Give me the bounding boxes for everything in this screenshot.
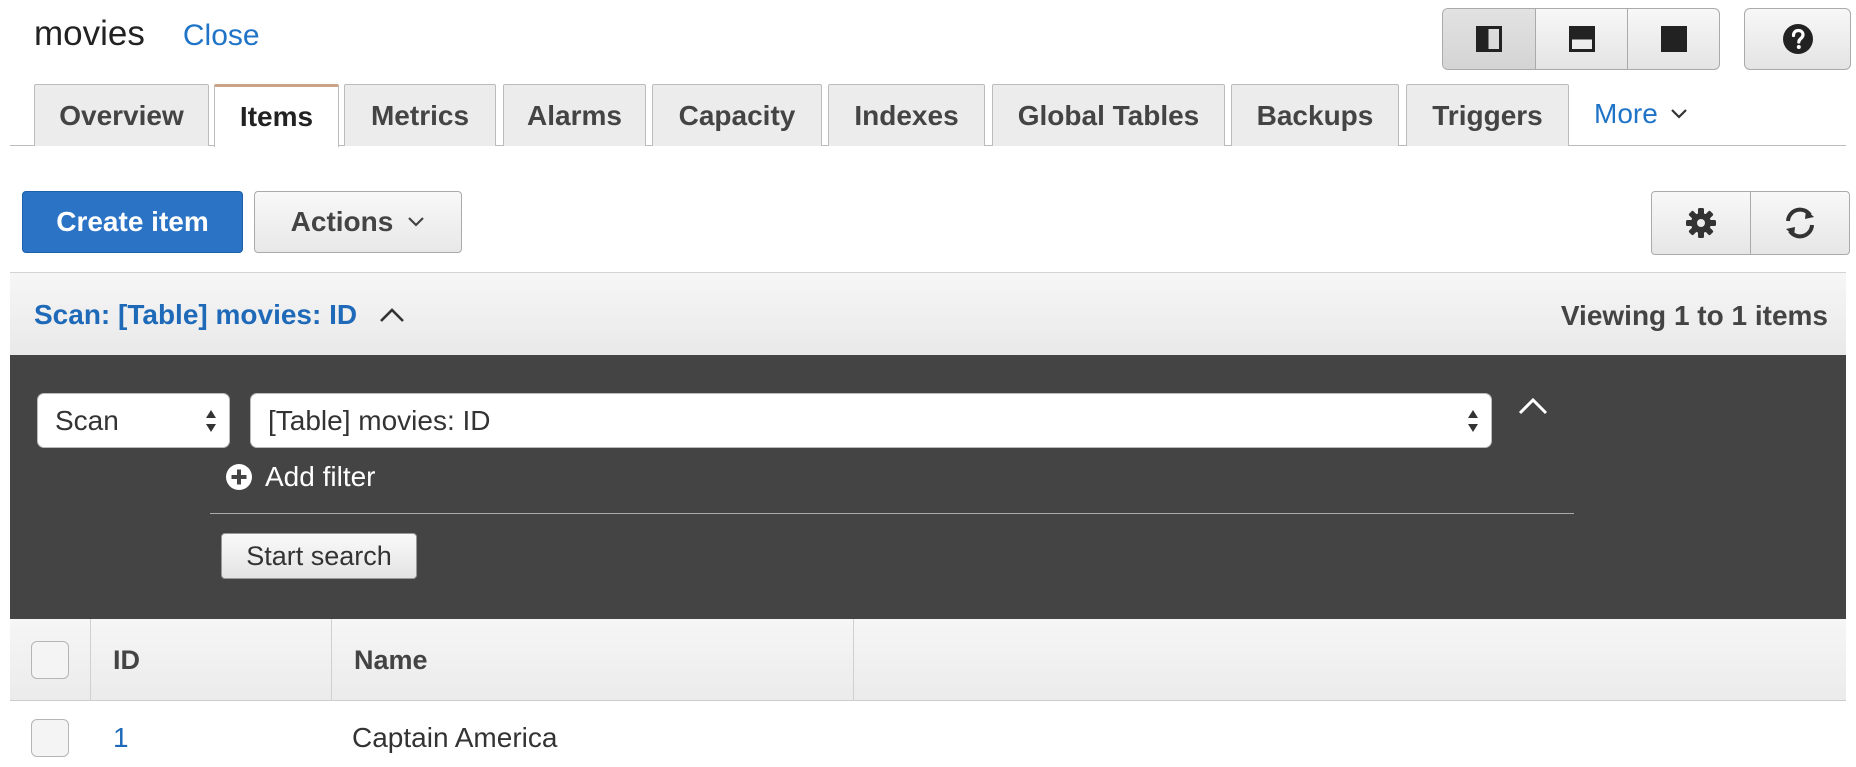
chevron-up-icon	[380, 308, 405, 322]
tab-global-tables[interactable]: Global Tables	[992, 84, 1225, 146]
full-view-button[interactable]	[1627, 9, 1719, 69]
page-header: movies Close	[34, 14, 260, 54]
item-id-link[interactable]: 1	[113, 701, 129, 767]
select-all-cell	[31, 619, 69, 701]
chevron-down-icon	[1671, 109, 1687, 119]
row-checkbox[interactable]	[31, 719, 69, 757]
tab-capacity[interactable]: Capacity	[652, 84, 822, 146]
table-row: 1 Captain America	[10, 701, 1846, 767]
select-arrows-icon	[1468, 410, 1478, 432]
scan-mode-value: Scan	[55, 404, 119, 436]
help-icon	[1782, 24, 1813, 54]
table-header: ID Name	[10, 619, 1846, 701]
tab-indexes[interactable]: Indexes	[828, 84, 985, 146]
tab-bar: Overview Items Metrics Alarms Capacity I…	[10, 84, 1846, 147]
scan-mode-select[interactable]: Scan	[37, 393, 230, 448]
item-name: Captain America	[352, 722, 558, 753]
scan-title: Scan: [Table] movies: ID	[34, 299, 358, 330]
items-table: ID Name 1 Captain America	[10, 619, 1846, 767]
view-toggle-group	[1442, 8, 1720, 70]
gear-icon	[1686, 208, 1716, 238]
viewing-count: Viewing 1 to 1 items	[1560, 300, 1828, 331]
select-arrows-icon	[206, 410, 216, 432]
chevron-down-icon	[408, 217, 425, 227]
plus-circle-icon	[226, 464, 252, 490]
create-item-button[interactable]: Create item	[22, 191, 243, 253]
scan-title-toggle[interactable]: Scan: [Table] movies: ID	[34, 299, 405, 331]
page-title: movies	[34, 14, 145, 53]
tab-backups[interactable]: Backups	[1231, 84, 1399, 146]
split-left-view-icon	[1476, 26, 1502, 52]
tab-metrics[interactable]: Metrics	[344, 84, 496, 146]
tab-overview[interactable]: Overview	[34, 84, 209, 146]
column-header-id[interactable]: ID	[113, 619, 140, 701]
close-link[interactable]: Close	[183, 19, 260, 53]
divider	[210, 513, 1574, 514]
collapse-panel-button[interactable]	[1518, 397, 1548, 420]
full-view-icon	[1660, 26, 1687, 52]
column-separator	[90, 619, 91, 701]
tab-triggers[interactable]: Triggers	[1406, 84, 1569, 146]
scan-header: Scan: [Table] movies: ID Viewing 1 to 1 …	[10, 272, 1846, 355]
start-search-button[interactable]: Start search	[221, 533, 417, 579]
column-header-name[interactable]: Name	[354, 619, 428, 701]
tab-items[interactable]: Items	[214, 84, 339, 147]
split-bottom-view-icon	[1568, 26, 1595, 52]
refresh-icon	[1786, 207, 1814, 239]
column-separator	[331, 619, 332, 701]
help-button[interactable]	[1744, 8, 1851, 70]
refresh-button[interactable]	[1750, 192, 1849, 254]
tab-more[interactable]: More	[1594, 98, 1688, 130]
actions-label: Actions	[290, 206, 394, 237]
scan-target-select[interactable]: [Table] movies: ID	[250, 393, 1492, 448]
column-separator	[853, 619, 854, 701]
scan-target-value: [Table] movies: ID	[268, 404, 491, 436]
tab-more-label: More	[1594, 98, 1658, 129]
add-filter-label: Add filter	[265, 461, 376, 492]
table-tools	[1651, 191, 1850, 255]
actions-dropdown[interactable]: Actions	[254, 191, 462, 253]
tab-alarms[interactable]: Alarms	[503, 84, 646, 146]
add-filter-button[interactable]: Add filter	[225, 461, 376, 493]
row-select-cell	[31, 701, 69, 767]
chevron-up-icon	[1518, 397, 1548, 415]
select-all-checkbox[interactable]	[31, 641, 69, 679]
scan-panel: Scan [Table] movies: ID Add filter Start…	[10, 355, 1846, 619]
split-bottom-view-button[interactable]	[1535, 9, 1627, 69]
settings-button[interactable]	[1652, 192, 1750, 254]
split-left-view-button[interactable]	[1443, 9, 1535, 69]
